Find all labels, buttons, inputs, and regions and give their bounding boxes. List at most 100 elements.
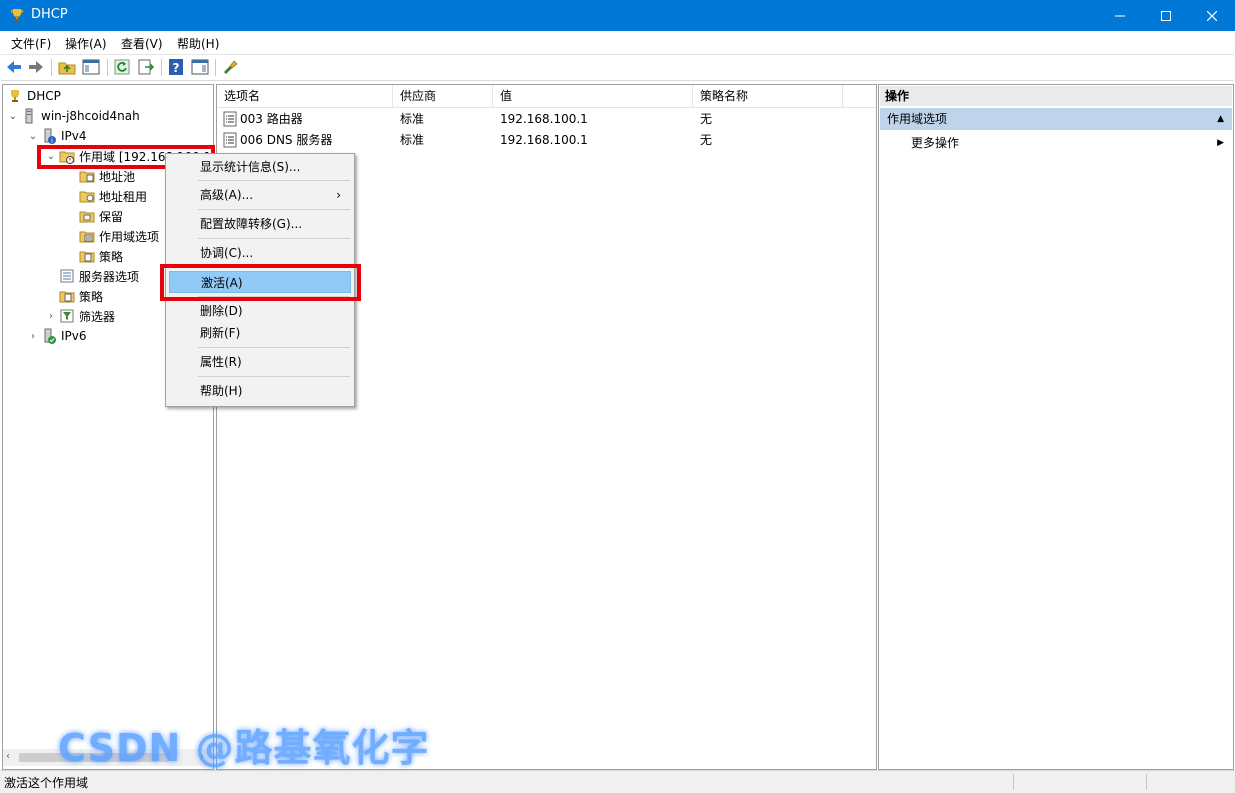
svg-text:?: ? [173,61,180,75]
cell-value: 192.168.100.1 [500,133,588,147]
back-arrow-icon[interactable] [5,58,23,76]
window-title: DHCP [31,7,68,22]
more-actions-label: 更多操作 [911,136,960,150]
tree-label: 筛选器 [79,309,116,324]
tree-node-address-leases[interactable]: 地址租用 [3,186,147,206]
tree-node-scope-policies[interactable]: 策略 [3,246,123,266]
menu-bar: 文件(F) 操作(A) 查看(V) 帮助(H) [1,31,1234,54]
tree-node-server[interactable]: ⌄ win-j8hcoid4nah [3,106,140,126]
svg-text:i: i [51,137,53,144]
more-actions-item[interactable]: 更多操作 ▶ [880,132,1232,154]
chevron-down-icon[interactable]: ⌄ [27,130,39,142]
toolbar-separator [161,59,162,76]
filter-icon [59,308,75,324]
tree-label: win-j8hcoid4nah [41,109,140,123]
title-bar[interactable]: DHCP [0,0,1235,31]
tree-node-scope-options[interactable]: 作用域选项 [3,226,159,246]
tree-label: 保留 [99,209,124,224]
cell-vendor: 标准 [400,133,425,147]
tree-node-filters[interactable]: › 筛选器 [3,306,115,326]
menu-item-advanced[interactable]: 高级(A)... › [169,184,351,206]
column-header-value[interactable]: 值 [493,85,693,107]
menu-item-configure-failover[interactable]: 配置故障转移(G)... [169,213,351,235]
tree-node-ipv4[interactable]: ⌄ i IPv4 [3,126,87,146]
show-hide-console-tree-icon[interactable] [82,58,100,76]
toolbar: ? [1,54,1234,81]
chevron-right-icon[interactable]: › [27,330,39,342]
column-header-vendor[interactable]: 供应商 [393,85,493,107]
refresh-icon[interactable] [113,58,131,76]
menu-item-reconcile[interactable]: 协调(C)... [169,242,351,264]
ipv6-server-icon [41,328,57,344]
cell-policy: 无 [700,112,713,126]
cell-option-name: 006 DNS 服务器 [240,133,333,147]
forward-arrow-icon[interactable] [27,58,45,76]
status-divider [1013,774,1014,790]
tree-node-address-pool[interactable]: 地址池 [3,166,135,186]
menu-item-refresh[interactable]: 刷新(F) [169,322,351,344]
table-row[interactable]: 003 路由器 标准 192.168.100.1 无 [217,109,876,129]
menu-file[interactable]: 文件(F) [11,35,51,52]
column-header-policy-name[interactable]: 策略名称 [693,85,843,107]
menu-separator [198,347,350,348]
actions-pane: 操作 作用域选项 ▲ 更多操作 ▶ [878,84,1234,770]
server-connect-icon[interactable] [221,58,239,76]
menu-item-label: 高级(A)... [200,188,254,202]
dhcp-trophy-icon [7,88,23,104]
minimize-button[interactable] [1097,0,1143,31]
toolbar-separator [107,59,108,76]
help-icon[interactable]: ? [167,58,185,76]
maximize-button[interactable] [1143,0,1189,31]
watermark: CSDN @路基氧化字 [58,726,430,770]
policy-icon [59,288,75,304]
column-header-option-name[interactable]: 选项名 [217,85,393,107]
table-row[interactable]: 006 DNS 服务器 标准 192.168.100.1 无 [217,130,876,150]
collapse-up-icon[interactable]: ▲ [1217,108,1224,130]
scroll-left-icon[interactable]: ‹ [6,751,10,762]
up-folder-icon[interactable] [58,58,76,76]
tree-label: 地址池 [99,169,136,184]
scope-options-icon [79,228,95,244]
menu-separator [198,209,350,210]
status-bar: 激活这个作用域 [0,770,1235,793]
ipv4-server-icon: i [41,128,57,145]
menu-item-properties[interactable]: 属性(R) [169,351,351,373]
export-list-icon[interactable] [137,58,155,76]
actions-section-label: 作用域选项 [887,112,948,126]
chevron-down-icon[interactable]: ⌄ [7,110,19,122]
tree-node-ipv6[interactable]: › IPv6 [3,326,87,346]
tree-label: DHCP [27,89,61,103]
menu-separator [198,238,350,239]
menu-action[interactable]: 操作(A) [65,35,107,52]
actions-section-scope-options[interactable]: 作用域选项 ▲ [880,108,1232,130]
dhcp-trophy-icon [9,7,25,23]
tree-node-policies[interactable]: 策略 [3,286,103,306]
chevron-right-icon[interactable]: › [45,310,57,322]
server-icon [21,108,37,124]
tree-node-dhcp[interactable]: DHCP [3,86,61,106]
tree-node-server-options[interactable]: 服务器选项 [3,266,139,286]
column-header-row: 选项名 供应商 值 策略名称 [217,85,876,108]
address-leases-icon [79,188,95,204]
menu-item-show-statistics[interactable]: 显示统计信息(S)... [169,156,351,178]
address-pool-icon [79,168,95,184]
option-document-icon [223,111,237,127]
reservations-icon [79,208,95,224]
cell-policy: 无 [700,133,713,147]
menu-item-help[interactable]: 帮助(H) [169,380,351,402]
action-pane-icon[interactable] [191,58,209,76]
menu-view[interactable]: 查看(V) [121,35,163,52]
tree-node-reservations[interactable]: 保留 [3,206,123,226]
tree-label: 作用域选项 [99,229,160,244]
status-text: 激活这个作用域 [4,776,89,790]
tree-label: 策略 [79,289,104,304]
tree-label: IPv4 [61,129,87,143]
menu-item-delete[interactable]: 删除(D) [169,300,351,322]
cell-option-name: 003 路由器 [240,112,303,126]
tree-label: 地址租用 [99,189,148,204]
menu-separator [198,180,350,181]
close-button[interactable] [1189,0,1235,31]
menu-help[interactable]: 帮助(H) [177,35,219,52]
submenu-arrow-icon: › [336,188,341,202]
menu-separator [198,376,350,377]
